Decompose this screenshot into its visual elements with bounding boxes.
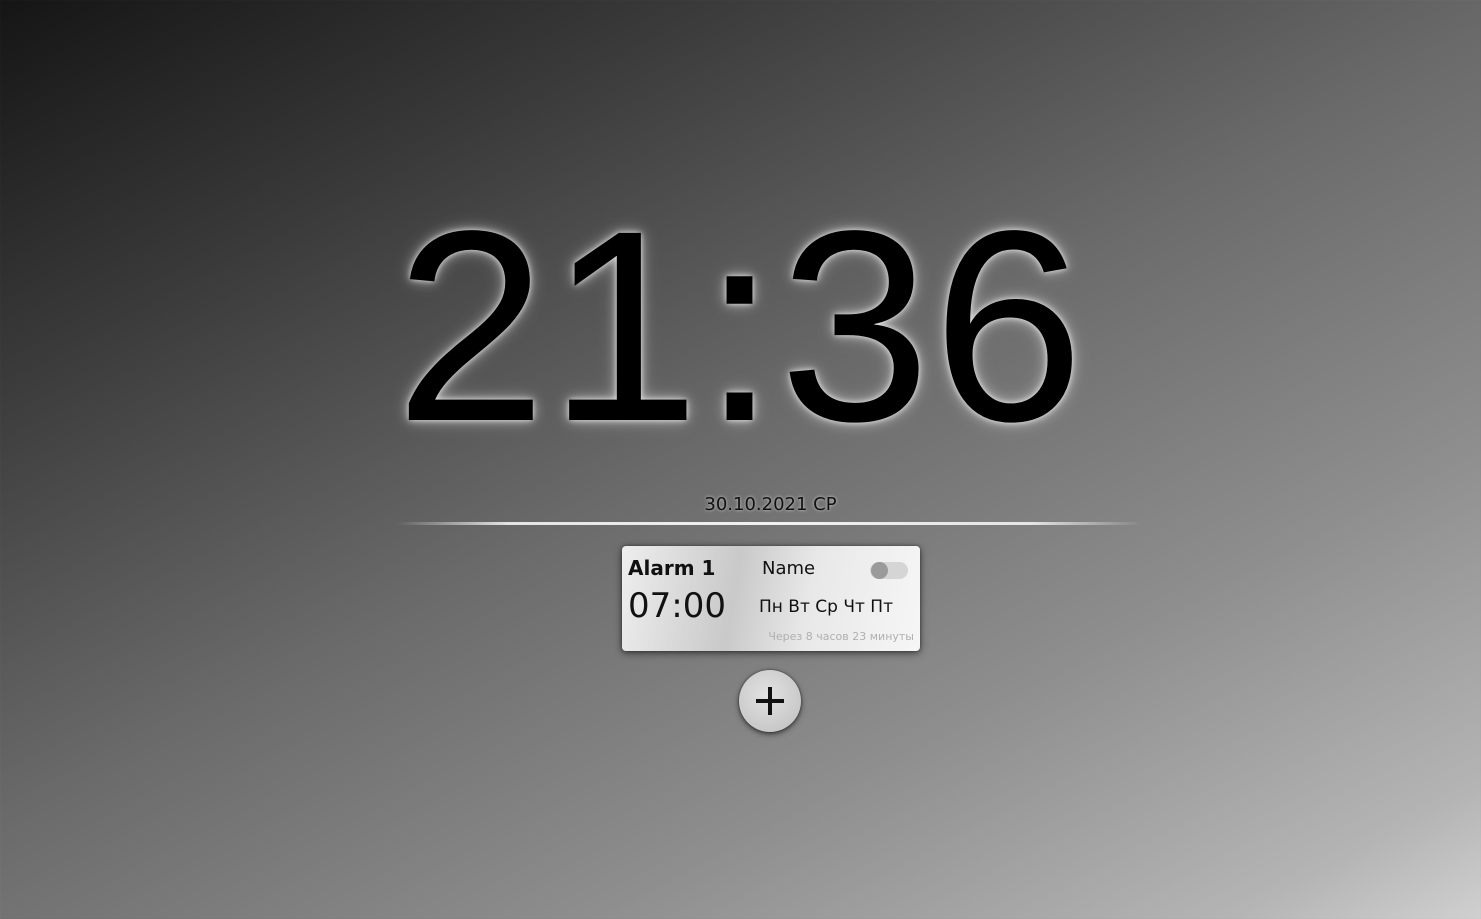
alarm-name[interactable]: Name: [762, 558, 815, 579]
add-alarm-button[interactable]: [739, 670, 801, 732]
alarm-toggle[interactable]: [870, 562, 908, 579]
alarm-time[interactable]: 07:00: [628, 586, 726, 626]
toggle-knob: [871, 562, 888, 579]
plus-icon: [756, 687, 784, 715]
date-display: 30.10.2021 СР: [704, 494, 837, 515]
clock-time: 21:36: [395, 174, 1086, 478]
alarm-remaining-time: Через 8 часов 23 минуты: [768, 630, 914, 643]
alarm-days[interactable]: Пн Вт Ср Чт Пт: [759, 597, 893, 617]
alarm-card[interactable]: Alarm 1 Name 07:00 Пн Вт Ср Чт Пт Через …: [622, 546, 920, 651]
divider: [397, 522, 1142, 525]
alarm-title: Alarm 1: [628, 556, 716, 580]
